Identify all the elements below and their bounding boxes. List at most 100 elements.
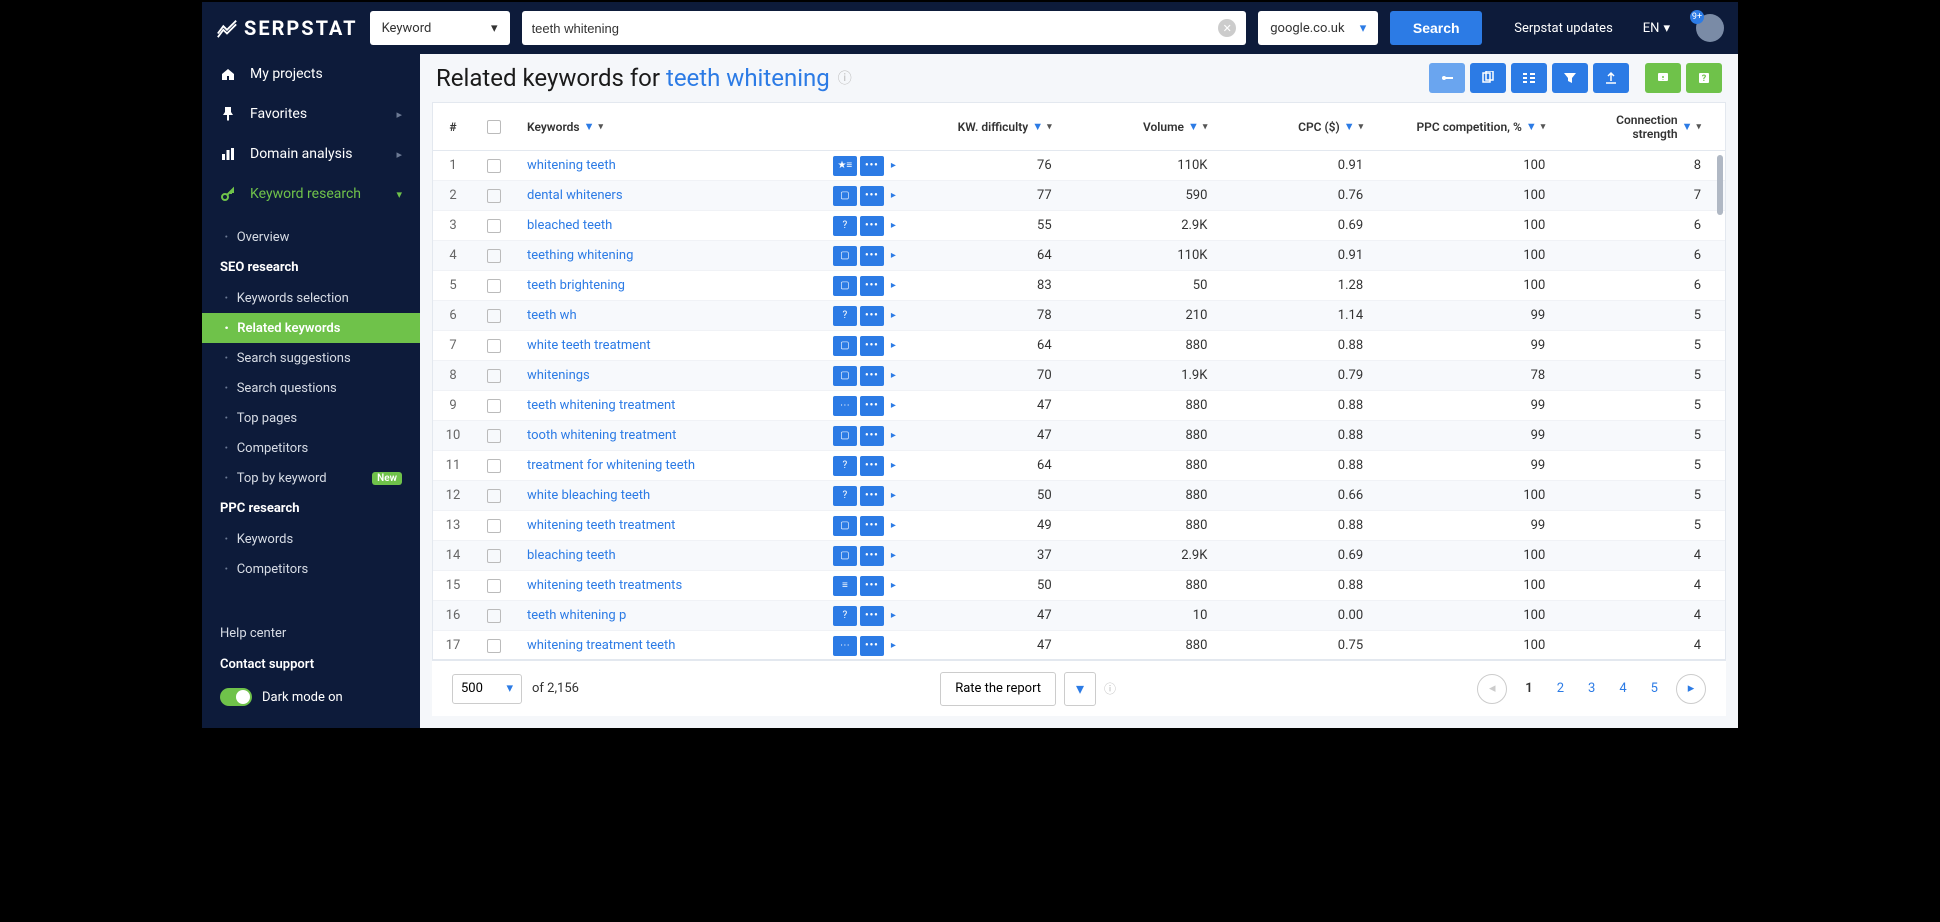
row-checkbox[interactable] [487,279,501,293]
sidebar-item-ppc-keywords[interactable]: Keywords [202,524,420,554]
serp-icon[interactable]: ≡ [833,576,857,596]
sidebar-item-ppc-competitors[interactable]: Competitors [202,554,420,584]
expand-icon[interactable]: ▸ [891,400,896,411]
col-volume[interactable]: Volume ▼▾ [1064,120,1220,134]
expand-icon[interactable]: ▸ [891,250,896,261]
search-type-select[interactable]: Keyword ▾ [370,11,510,45]
contact-link[interactable]: Contact support [202,649,420,680]
engine-select[interactable]: google.co.uk ▾ [1258,11,1378,45]
more-icon[interactable]: ••• [860,636,884,656]
serp-icon[interactable]: ▢ [833,246,857,266]
expand-icon[interactable]: ▸ [891,430,896,441]
expand-icon[interactable]: ▸ [891,190,896,201]
expand-icon[interactable]: ▸ [891,370,896,381]
api-button[interactable] [1429,63,1465,93]
expand-icon[interactable]: ▸ [891,460,896,471]
columns-button[interactable] [1511,63,1547,93]
row-checkbox[interactable] [487,519,501,533]
serp-icon[interactable]: ▢ [833,516,857,536]
serp-icon[interactable]: ⋯ [833,636,857,656]
page-5[interactable]: 5 [1639,681,1670,696]
serp-icon[interactable]: ? [833,486,857,506]
more-icon[interactable]: ••• [860,486,884,506]
more-icon[interactable]: ••• [860,366,884,386]
logo[interactable]: SERPSTAT [216,16,358,40]
serp-icon[interactable]: ? [833,606,857,626]
sidebar-item-search-suggestions[interactable]: Search suggestions [202,343,420,373]
col-connection[interactable]: Connection strength ▼▾ [1557,113,1725,141]
expand-icon[interactable]: ▸ [891,220,896,231]
more-icon[interactable]: ••• [860,516,884,536]
lang-select[interactable]: EN ▾ [1643,21,1670,36]
sidebar-item-top-pages[interactable]: Top pages [202,403,420,433]
sidebar-item-my-projects[interactable]: My projects [202,54,420,94]
keyword-link[interactable]: treatment for whitening teeth [527,458,695,473]
keyword-link[interactable]: teeth whitening p [527,608,626,623]
page-4[interactable]: 4 [1607,681,1638,696]
more-icon[interactable]: ••• [860,426,884,446]
page-2[interactable]: 2 [1545,681,1576,696]
serp-icon[interactable]: ★≡ [833,156,857,176]
keyword-link[interactable]: teething whitening [527,248,633,263]
more-icon[interactable]: ••• [860,336,884,356]
prev-page-button[interactable]: ◂ [1477,674,1507,704]
copy-button[interactable] [1470,63,1506,93]
expand-icon[interactable]: ▸ [891,640,896,651]
row-checkbox[interactable] [487,579,501,593]
scrollbar[interactable] [1717,155,1723,215]
keyword-link[interactable]: whitening teeth treatments [527,578,682,593]
feedback-button[interactable] [1645,63,1681,93]
sidebar-item-keyword-research[interactable]: Keyword research▾ [202,174,420,214]
more-icon[interactable]: ••• [860,246,884,266]
keyword-link[interactable]: bleaching teeth [527,548,616,563]
serp-icon[interactable]: ? [833,306,857,326]
row-checkbox[interactable] [487,219,501,233]
serp-icon[interactable]: ▢ [833,186,857,206]
sidebar-item-favorites[interactable]: Favorites▸ [202,94,420,134]
expand-icon[interactable]: ▸ [891,490,896,501]
sidebar-item-search-questions[interactable]: Search questions [202,373,420,403]
serp-icon[interactable]: ▢ [833,546,857,566]
sidebar-item-domain-analysis[interactable]: Domain analysis▸ [202,134,420,174]
row-checkbox[interactable] [487,399,501,413]
expand-icon[interactable]: ▸ [891,610,896,621]
expand-icon[interactable]: ▸ [891,580,896,591]
serp-icon[interactable]: ? [833,216,857,236]
avatar[interactable]: 9+ [1696,14,1724,42]
row-checkbox[interactable] [487,189,501,203]
more-icon[interactable]: ••• [860,156,884,176]
sidebar-item-keywords-selection[interactable]: Keywords selection [202,283,420,313]
keyword-link[interactable]: dental whiteners [527,188,623,203]
more-icon[interactable]: ••• [860,216,884,236]
filter-button[interactable] [1552,63,1588,93]
help-link[interactable]: Help center [202,618,420,649]
col-difficulty[interactable]: KW. difficulty ▼▾ [908,120,1064,134]
next-page-button[interactable]: ▸ [1676,674,1706,704]
row-checkbox[interactable] [487,159,501,173]
row-checkbox[interactable] [487,309,501,323]
more-icon[interactable]: ••• [860,606,884,626]
expand-icon[interactable]: ▸ [891,160,896,171]
keyword-link[interactable]: whitening teeth treatment [527,518,675,533]
more-icon[interactable]: ••• [860,186,884,206]
expand-icon[interactable]: ▸ [891,340,896,351]
serp-icon[interactable]: ▢ [833,276,857,296]
keyword-link[interactable]: bleached teeth [527,218,612,233]
sidebar-item-overview[interactable]: Overview [202,222,420,252]
select-all-checkbox[interactable] [487,120,501,134]
col-ppc[interactable]: PPC competition, % ▼▾ [1375,120,1557,134]
clear-icon[interactable]: ✕ [1218,19,1236,37]
row-checkbox[interactable] [487,459,501,473]
expand-icon[interactable]: ▸ [891,280,896,291]
more-icon[interactable]: ••• [860,306,884,326]
keyword-link[interactable]: whitening treatment teeth [527,638,675,653]
keyword-link[interactable]: whitening teeth [527,158,616,173]
keyword-link[interactable]: teeth wh [527,308,577,323]
serp-icon[interactable]: ▢ [833,336,857,356]
row-checkbox[interactable] [487,609,501,623]
rate-report-button[interactable]: Rate the report [940,672,1056,706]
expand-icon[interactable]: ▸ [891,550,896,561]
search-input[interactable] [532,21,1219,36]
col-cpc[interactable]: CPC ($) ▼▾ [1219,120,1375,134]
keyword-link[interactable]: teeth brightening [527,278,625,293]
